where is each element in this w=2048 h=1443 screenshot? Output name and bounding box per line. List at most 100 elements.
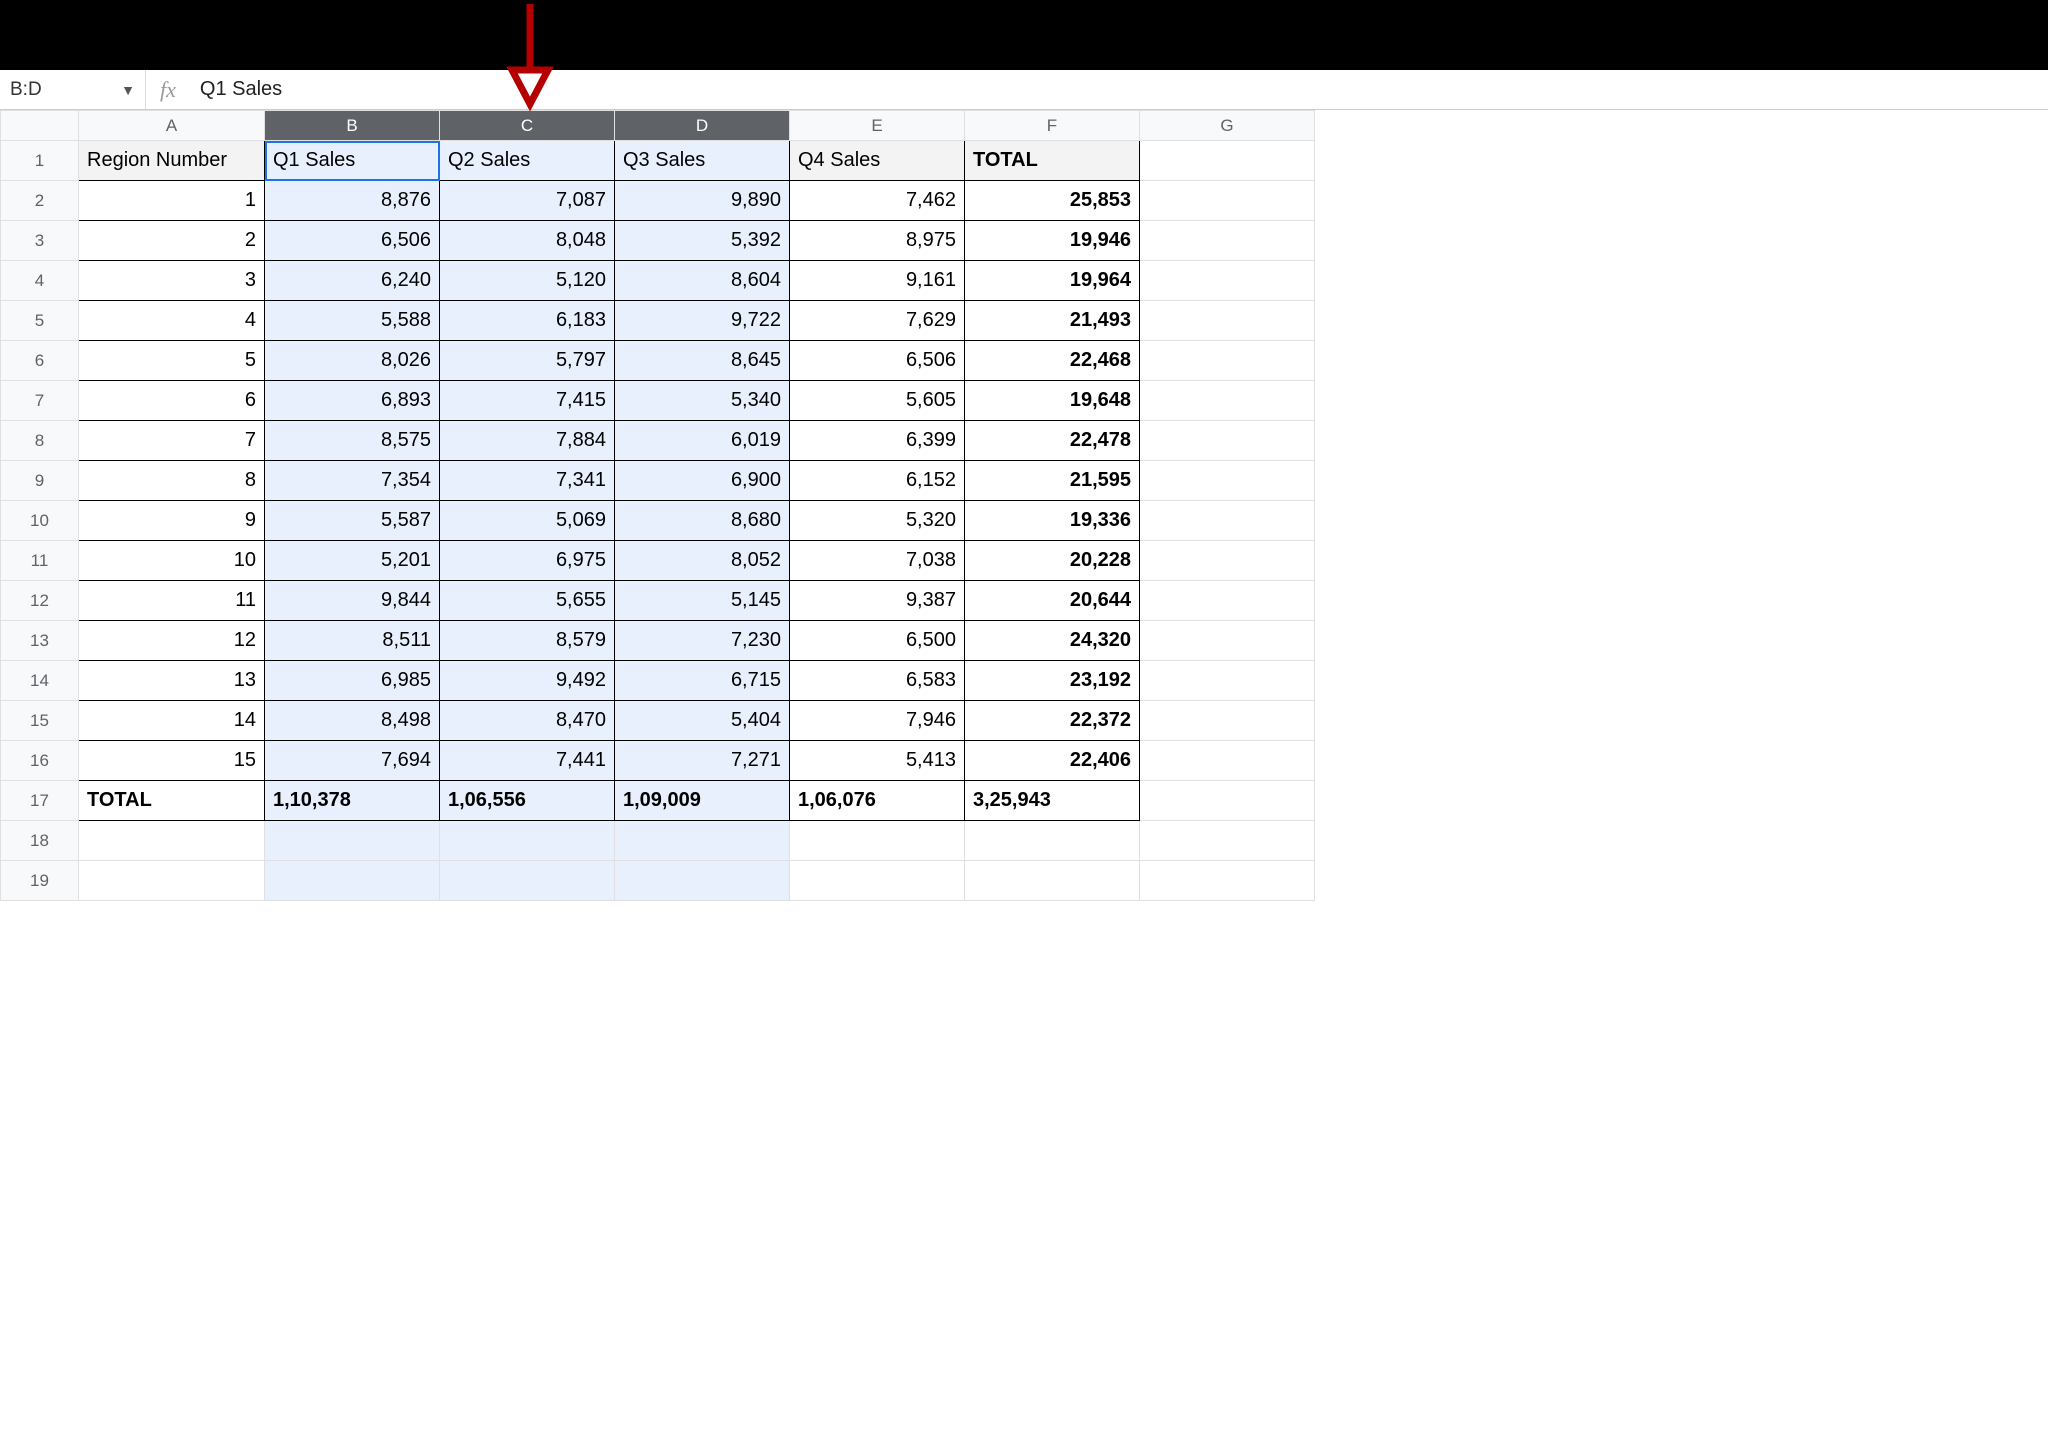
col-header-D[interactable]: D (615, 111, 790, 141)
cell-B19[interactable] (265, 861, 440, 901)
cell-C8[interactable]: 7,884 (440, 421, 615, 461)
cell-D14[interactable]: 6,715 (615, 661, 790, 701)
cell-B7[interactable]: 6,893 (265, 381, 440, 421)
row-header-17[interactable]: 17 (1, 781, 79, 821)
cell-C5[interactable]: 6,183 (440, 301, 615, 341)
cell-D15[interactable]: 5,404 (615, 701, 790, 741)
cell-B2[interactable]: 8,876 (265, 181, 440, 221)
cell-F19[interactable] (965, 861, 1140, 901)
cell-G11[interactable] (1140, 541, 1315, 581)
cell-F2[interactable]: 25,853 (965, 181, 1140, 221)
cell-E10[interactable]: 5,320 (790, 501, 965, 541)
cell-G8[interactable] (1140, 421, 1315, 461)
cell-G3[interactable] (1140, 221, 1315, 261)
cell-A19[interactable] (79, 861, 265, 901)
cell-C4[interactable]: 5,120 (440, 261, 615, 301)
cell-C16[interactable]: 7,441 (440, 741, 615, 781)
cell-D7[interactable]: 5,340 (615, 381, 790, 421)
cell-G15[interactable] (1140, 701, 1315, 741)
cell-B15[interactable]: 8,498 (265, 701, 440, 741)
cell-G16[interactable] (1140, 741, 1315, 781)
cell-B14[interactable]: 6,985 (265, 661, 440, 701)
cell-D2[interactable]: 9,890 (615, 181, 790, 221)
cell-F4[interactable]: 19,964 (965, 261, 1140, 301)
cell-E17[interactable]: 1,06,076 (790, 781, 965, 821)
cell-F7[interactable]: 19,648 (965, 381, 1140, 421)
cell-C13[interactable]: 8,579 (440, 621, 615, 661)
cell-A4[interactable]: 3 (79, 261, 265, 301)
cell-A17[interactable]: TOTAL (79, 781, 265, 821)
cell-E2[interactable]: 7,462 (790, 181, 965, 221)
cell-B11[interactable]: 5,201 (265, 541, 440, 581)
spreadsheet-grid[interactable]: A B C D E F G 1Region NumberQ1 SalesQ2 S… (0, 110, 1315, 901)
cell-D19[interactable] (615, 861, 790, 901)
cell-F6[interactable]: 22,468 (965, 341, 1140, 381)
cell-E11[interactable]: 7,038 (790, 541, 965, 581)
cell-A12[interactable]: 11 (79, 581, 265, 621)
fx-label[interactable]: fx (145, 70, 190, 109)
cell-A7[interactable]: 6 (79, 381, 265, 421)
cell-B17[interactable]: 1,10,378 (265, 781, 440, 821)
row-header-9[interactable]: 9 (1, 461, 79, 501)
cell-D6[interactable]: 8,645 (615, 341, 790, 381)
cell-F18[interactable] (965, 821, 1140, 861)
row-header-1[interactable]: 1 (1, 141, 79, 181)
cell-D9[interactable]: 6,900 (615, 461, 790, 501)
cell-B13[interactable]: 8,511 (265, 621, 440, 661)
cell-E1[interactable]: Q4 Sales (790, 141, 965, 181)
col-header-F[interactable]: F (965, 111, 1140, 141)
cell-E8[interactable]: 6,399 (790, 421, 965, 461)
cell-A8[interactable]: 7 (79, 421, 265, 461)
row-header-5[interactable]: 5 (1, 301, 79, 341)
cell-G1[interactable] (1140, 141, 1315, 181)
row-header-11[interactable]: 11 (1, 541, 79, 581)
row-header-3[interactable]: 3 (1, 221, 79, 261)
cell-B16[interactable]: 7,694 (265, 741, 440, 781)
cell-C1[interactable]: Q2 Sales (440, 141, 615, 181)
cell-G18[interactable] (1140, 821, 1315, 861)
cell-B12[interactable]: 9,844 (265, 581, 440, 621)
cell-B4[interactable]: 6,240 (265, 261, 440, 301)
cell-E16[interactable]: 5,413 (790, 741, 965, 781)
cell-G4[interactable] (1140, 261, 1315, 301)
cell-D8[interactable]: 6,019 (615, 421, 790, 461)
cell-A5[interactable]: 4 (79, 301, 265, 341)
cell-D11[interactable]: 8,052 (615, 541, 790, 581)
cell-F13[interactable]: 24,320 (965, 621, 1140, 661)
row-header-16[interactable]: 16 (1, 741, 79, 781)
cell-F8[interactable]: 22,478 (965, 421, 1140, 461)
cell-E5[interactable]: 7,629 (790, 301, 965, 341)
cell-A1[interactable]: Region Number (79, 141, 265, 181)
cell-E15[interactable]: 7,946 (790, 701, 965, 741)
cell-E19[interactable] (790, 861, 965, 901)
cell-F1[interactable]: TOTAL (965, 141, 1140, 181)
formula-input[interactable] (190, 72, 2048, 107)
cell-A6[interactable]: 5 (79, 341, 265, 381)
row-header-4[interactable]: 4 (1, 261, 79, 301)
cell-G10[interactable] (1140, 501, 1315, 541)
row-header-14[interactable]: 14 (1, 661, 79, 701)
cell-D10[interactable]: 8,680 (615, 501, 790, 541)
row-header-7[interactable]: 7 (1, 381, 79, 421)
cell-F5[interactable]: 21,493 (965, 301, 1140, 341)
cell-D13[interactable]: 7,230 (615, 621, 790, 661)
cell-G7[interactable] (1140, 381, 1315, 421)
cell-B10[interactable]: 5,587 (265, 501, 440, 541)
cell-C17[interactable]: 1,06,556 (440, 781, 615, 821)
cell-G13[interactable] (1140, 621, 1315, 661)
cell-A3[interactable]: 2 (79, 221, 265, 261)
cell-C7[interactable]: 7,415 (440, 381, 615, 421)
row-header-12[interactable]: 12 (1, 581, 79, 621)
cell-G9[interactable] (1140, 461, 1315, 501)
cell-A16[interactable]: 15 (79, 741, 265, 781)
cell-B3[interactable]: 6,506 (265, 221, 440, 261)
cell-C19[interactable] (440, 861, 615, 901)
col-header-A[interactable]: A (79, 111, 265, 141)
cell-G14[interactable] (1140, 661, 1315, 701)
cell-D17[interactable]: 1,09,009 (615, 781, 790, 821)
row-header-15[interactable]: 15 (1, 701, 79, 741)
cell-E9[interactable]: 6,152 (790, 461, 965, 501)
cell-C15[interactable]: 8,470 (440, 701, 615, 741)
cell-B6[interactable]: 8,026 (265, 341, 440, 381)
cell-A15[interactable]: 14 (79, 701, 265, 741)
